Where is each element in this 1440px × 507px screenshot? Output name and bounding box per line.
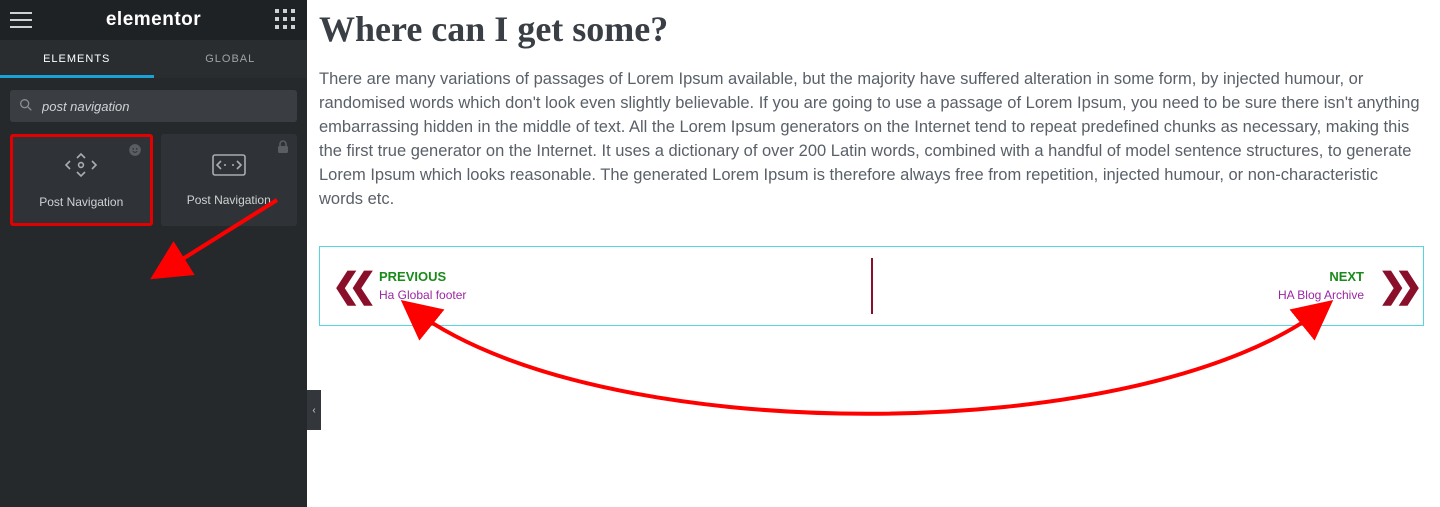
body-paragraph: There are many variations of passages of…	[319, 68, 1424, 212]
nav-prev[interactable]: ❮❮ PREVIOUS Ha Global footer	[320, 247, 871, 325]
panel-tabs: ELEMENTS GLOBAL	[0, 40, 307, 78]
widget-label: Post Navigation	[187, 193, 271, 207]
widget-label: Post Navigation	[39, 195, 123, 209]
tab-elements[interactable]: ELEMENTS	[0, 40, 154, 78]
nav-next-title: HA Blog Archive	[1278, 288, 1364, 302]
search-input[interactable]	[10, 90, 297, 122]
widget-results: Post Navigation Post Navigation	[0, 134, 307, 226]
happyaddons-badge-icon	[128, 143, 142, 162]
widget-search	[10, 90, 297, 122]
nav-prev-text: PREVIOUS Ha Global footer	[379, 269, 466, 302]
panel-collapse-handle[interactable]: ‹	[307, 390, 321, 430]
post-navigation-icon	[64, 152, 98, 183]
search-icon	[18, 97, 34, 113]
tab-global[interactable]: GLOBAL	[154, 40, 308, 78]
sidebar-header: elementor	[0, 0, 307, 40]
nav-next-label: NEXT	[1278, 269, 1364, 284]
apps-grid-icon[interactable]	[275, 9, 297, 31]
elementor-sidebar: elementor ELEMENTS GLOBAL	[0, 0, 307, 507]
nav-next[interactable]: NEXT HA Blog Archive ❯❯	[873, 247, 1424, 325]
logo: elementor	[32, 9, 275, 31]
post-navigation-widget[interactable]: ❮❮ PREVIOUS Ha Global footer NEXT HA Blo…	[319, 246, 1424, 326]
chevrons-left-icon: ❮❮	[332, 269, 365, 303]
chevrons-right-icon: ❯❯	[1378, 269, 1411, 303]
page-title: Where can I get some?	[319, 8, 1424, 50]
menu-icon[interactable]	[10, 12, 32, 28]
nav-prev-label: PREVIOUS	[379, 269, 466, 284]
widget-post-navigation-happyaddons[interactable]: Post Navigation	[10, 134, 153, 226]
preview-canvas: Where can I get some? There are many var…	[307, 0, 1440, 507]
nav-next-text: NEXT HA Blog Archive	[1278, 269, 1364, 302]
widget-post-navigation-pro[interactable]: Post Navigation	[161, 134, 298, 226]
post-navigation-alt-icon	[212, 154, 246, 181]
lock-icon	[277, 140, 289, 159]
nav-prev-title: Ha Global footer	[379, 288, 466, 302]
